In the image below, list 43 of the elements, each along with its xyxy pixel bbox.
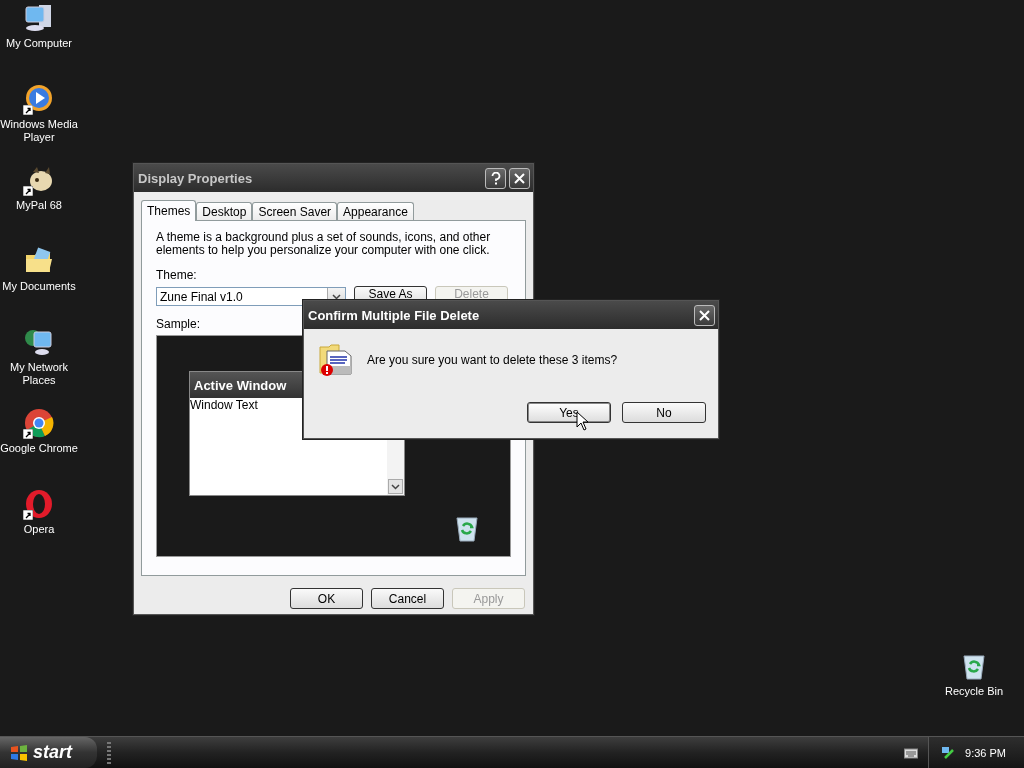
chevron-down-icon xyxy=(332,293,341,300)
tab[interactable]: Desktop xyxy=(196,202,253,220)
start-button[interactable]: start xyxy=(0,737,97,768)
theme-description: A theme is a background plus a set of sounds, icons, and other elements to help you personalize your computer with one click. xyxy=(156,231,492,257)
close-icon xyxy=(699,309,710,321)
keyboard-icon[interactable] xyxy=(904,746,919,759)
shortcut-arrow-icon xyxy=(23,429,33,439)
help-button[interactable] xyxy=(485,167,506,189)
close-icon xyxy=(514,172,525,184)
dialog-button[interactable]: No xyxy=(622,402,706,423)
desktop-icon-label[interactable]: MyPal 68 xyxy=(16,199,62,212)
windows-flag-icon xyxy=(10,743,28,762)
dialog-button[interactable]: Cancel xyxy=(371,588,444,609)
network-tray-icon[interactable] xyxy=(941,745,956,760)
confirm-message: Are you sure you want to delete these 3 items? xyxy=(367,353,618,367)
close-button[interactable] xyxy=(694,304,715,326)
desktop-icon-label[interactable]: Windows Media Player xyxy=(0,118,78,144)
tab[interactable]: Appearance xyxy=(337,202,414,220)
opera-icon xyxy=(23,488,55,520)
theme-dropdown[interactable]: Zune Final v1.0 xyxy=(156,287,346,306)
theme-label: Theme: xyxy=(156,268,198,282)
dialog-button[interactable]: OK xyxy=(290,588,363,609)
help-icon xyxy=(490,171,501,185)
chevron-down-icon xyxy=(391,483,400,490)
desktop-icon-label[interactable]: Opera xyxy=(23,523,55,536)
desktop-icon-label[interactable]: Google Chrome xyxy=(0,442,78,455)
window-text: Window Text xyxy=(190,398,258,412)
dialog-title: Confirm Multiple File Delete xyxy=(308,307,481,323)
tab[interactable]: Screen Saver xyxy=(252,202,338,220)
desktop-icon-label[interactable]: My Computer xyxy=(6,37,72,50)
window-title: Display Properties xyxy=(138,170,254,186)
desktop-icon-label[interactable]: My Documents xyxy=(2,280,76,293)
chrome-icon xyxy=(23,407,55,439)
clock[interactable]: 9:36 PM xyxy=(965,746,1006,759)
shortcut-arrow-icon xyxy=(23,510,33,520)
mouse-cursor-icon xyxy=(576,411,589,431)
close-button[interactable] xyxy=(509,167,530,189)
folder-warning-icon xyxy=(319,343,353,377)
tab[interactable]: Themes xyxy=(141,200,197,221)
desktop-icon-label[interactable]: Recycle Bin xyxy=(944,685,1004,698)
desktop-icon-label[interactable]: My Network Places xyxy=(0,361,78,387)
shortcut-arrow-icon xyxy=(23,186,33,196)
shortcut-arrow-icon xyxy=(23,105,33,115)
